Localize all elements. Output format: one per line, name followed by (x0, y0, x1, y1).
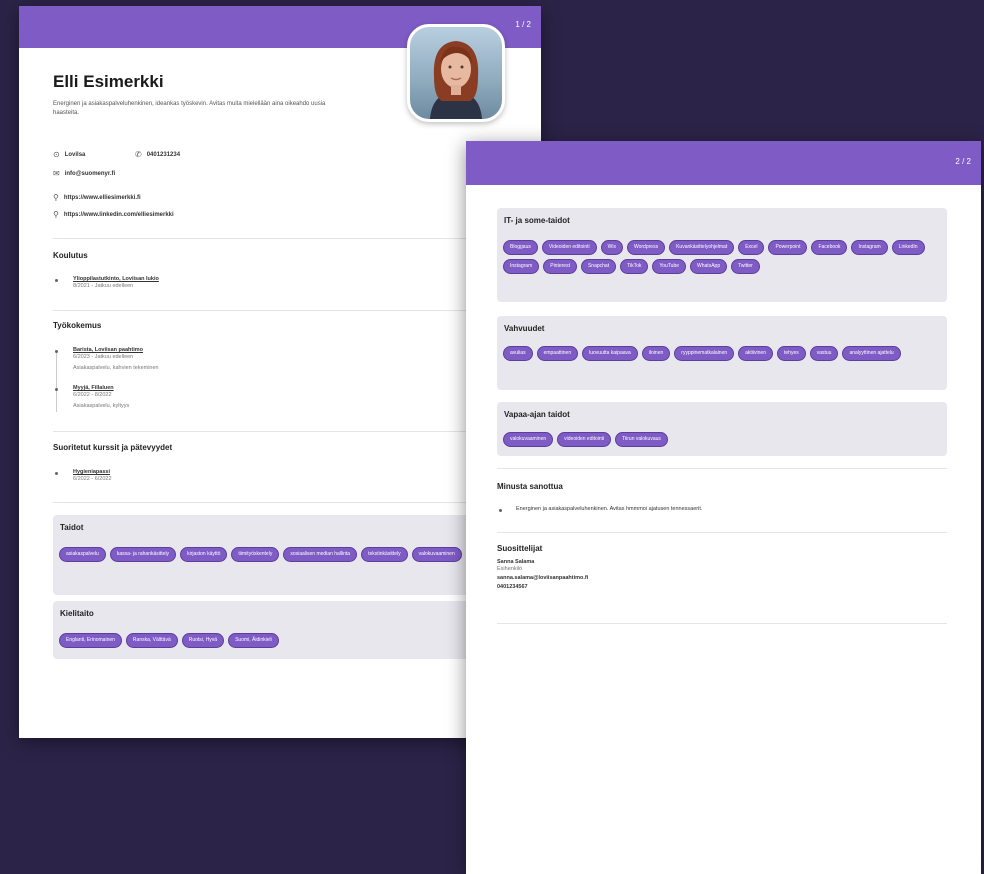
divider (53, 310, 503, 311)
it-skill-chip: Instagram (851, 240, 888, 255)
courses-title: Suoritetut kurssit ja pätevyydet (53, 443, 173, 452)
it-skills-box: IT- ja some-taidot Bloggaus Videoiden ed… (497, 208, 947, 302)
strength-chip: ryyppinematkalainen (674, 346, 735, 361)
languages-title: Kielitaito (60, 609, 94, 618)
link-icon: ⚲ (53, 210, 59, 219)
bullet (55, 472, 58, 475)
contact-linkedin[interactable]: ⚲ https://www.linkedin.com/elliesimerkki (53, 210, 174, 219)
education-item: Ylioppilastutkinto, Loviisan lukio 8/202… (73, 276, 159, 289)
it-skill-chip: YouTube (652, 259, 687, 274)
contact-email[interactable]: ✉ info@suomenyr.fi (53, 169, 115, 178)
it-skill-chip: Pinterest (543, 259, 577, 274)
it-skill-chip: Instagram (503, 259, 540, 274)
strength-chip: empaattinen (536, 346, 579, 361)
hobbies-box: Vapaa-ajan taidot valokuvaaminen videoid… (497, 402, 947, 456)
strengths-chips: avulias empaattinen luovuutta kaipaava i… (503, 346, 941, 361)
hobby-chip: videoiden editointi (557, 432, 612, 447)
it-skill-chip: Facebook (811, 240, 848, 255)
strength-chip: vastuu (809, 346, 839, 361)
hobbies-title: Vapaa-ajan taidot (504, 410, 570, 419)
skills-box: Taidot asiakaspalvelu kassa- ja rahankäs… (53, 515, 517, 595)
contact-phone: ✆ 0401231234 (135, 150, 181, 159)
hobby-chip: Tiirun valokuvaus (615, 432, 668, 447)
skill-chip: tekstinkäsittely (361, 547, 408, 562)
it-skill-chip: Powerpoint (768, 240, 808, 255)
strength-chip: iloinen (641, 346, 671, 361)
page-number: 1 / 2 (515, 20, 531, 29)
skills-chips: asiakaspalvelu kassa- ja rahankäsittely … (59, 547, 511, 562)
profile-photo (407, 24, 505, 122)
page-number: 2 / 2 (955, 157, 971, 166)
cv-page-1: 1 / 2 Elli Esimerkki Energinen ja asiaka… (19, 6, 541, 738)
timeline-line (56, 352, 57, 412)
it-skill-chip: Bloggaus (503, 240, 538, 255)
it-skills-title: IT- ja some-taidot (504, 216, 570, 225)
experience-item: Barista, Loviisan paahtimo 6/2023 - Jatk… (73, 347, 159, 371)
it-skill-chip: TikTok (620, 259, 649, 274)
it-skill-chip: WhatsApp (690, 259, 728, 274)
it-skill-chip: Videoiden editointi (541, 240, 597, 255)
skill-chip: valokuvaaminen (411, 547, 462, 562)
location-icon: ⊙ (53, 150, 60, 159)
mail-icon: ✉ (53, 169, 60, 178)
languages-box: Kielitaito Englanti, Erinomainen Ranska,… (53, 601, 517, 659)
skill-chip: tiimityöskentely (231, 547, 280, 562)
education-title: Koulutus (53, 251, 88, 260)
strengths-box: Vahvuudet avulias empaattinen luovuutta … (497, 316, 947, 390)
contact-location: ⊙ Lovilsa (53, 150, 86, 159)
strength-chip: aktiivinen (738, 346, 773, 361)
skills-title: Taidot (60, 523, 84, 532)
it-skill-chip: LinkedIn (891, 240, 925, 255)
skill-chip: kirjaston käyttö (180, 547, 228, 562)
strength-chip: luovuutta kaipaava (582, 346, 638, 361)
experience-item: Myyjä, Fillaluen 6/2022 - 8/2022 Asiakas… (73, 385, 130, 409)
header-bar: 2 / 2 (466, 141, 981, 185)
it-skill-chip: Twitter (731, 259, 760, 274)
it-skill-chip: Snapchat (580, 259, 617, 274)
link-icon: ⚲ (53, 193, 59, 202)
divider (497, 532, 947, 533)
bullet (499, 509, 502, 512)
it-skill-chip: Excel (738, 240, 765, 255)
language-chip: Ranska, Välttävä (125, 633, 178, 648)
cv-page-2: 2 / 2 IT- ja some-taidot Bloggaus Videoi… (466, 141, 981, 874)
it-skill-chip: Wordpress (626, 240, 666, 255)
language-chip: Englanti, Erinomainen (59, 633, 122, 648)
references-title: Suosittelijat (497, 544, 543, 553)
strength-chip: avulias (503, 346, 533, 361)
language-chips: Englanti, Erinomainen Ranska, Välttävä R… (59, 633, 511, 648)
skill-chip: sosiaalisen median hallinta (283, 547, 358, 562)
experience-title: Työkokemus (53, 321, 102, 330)
hobby-chip: valokuvaaminen (503, 432, 554, 447)
bullet (55, 279, 58, 282)
bullet (55, 388, 58, 391)
person-name: Elli Esimerkki (53, 72, 164, 91)
skill-chip: kassa- ja rahankäsittely (109, 547, 177, 562)
hobbies-chips: valokuvaaminen videoiden editointi Tiiru… (503, 432, 941, 447)
strengths-title: Vahvuudet (504, 324, 545, 333)
it-skills-chips: Bloggaus Videoiden editointi Wix Wordpre… (503, 240, 941, 274)
phone-icon: ✆ (135, 150, 142, 159)
divider (53, 502, 503, 503)
divider (53, 238, 503, 239)
profile-summary: Energinen ja asiakaspalveluhenkinen, ide… (53, 101, 326, 116)
skill-chip: asiakaspalvelu (59, 547, 106, 562)
about-title: Minusta sanottua (497, 482, 563, 491)
bullet (55, 350, 58, 353)
about-item: Energinen ja asiakaspalveluhenkinen. Avi… (516, 506, 703, 512)
divider (497, 623, 947, 624)
it-skill-chip: Wix (600, 240, 623, 255)
language-chip: Ruotsi, Hyvä (181, 633, 225, 648)
course-item: Hygieniapassi 6/2022 - 6/2022 (73, 469, 112, 482)
language-chip: Suomi, Äidinkieli (228, 633, 279, 648)
strength-chip: analyyttinen ajattelu (842, 346, 901, 361)
strength-chip: tehyes (777, 346, 806, 361)
divider (497, 468, 947, 469)
contact-website[interactable]: ⚲ https://www.elliesimerkki.fi (53, 193, 141, 202)
reference-item: Sanna Salama Esihenkilö sanna.salama@lov… (497, 559, 589, 590)
divider (53, 431, 503, 432)
it-skill-chip: Kuvankäsittelyohjelmat (669, 240, 735, 255)
